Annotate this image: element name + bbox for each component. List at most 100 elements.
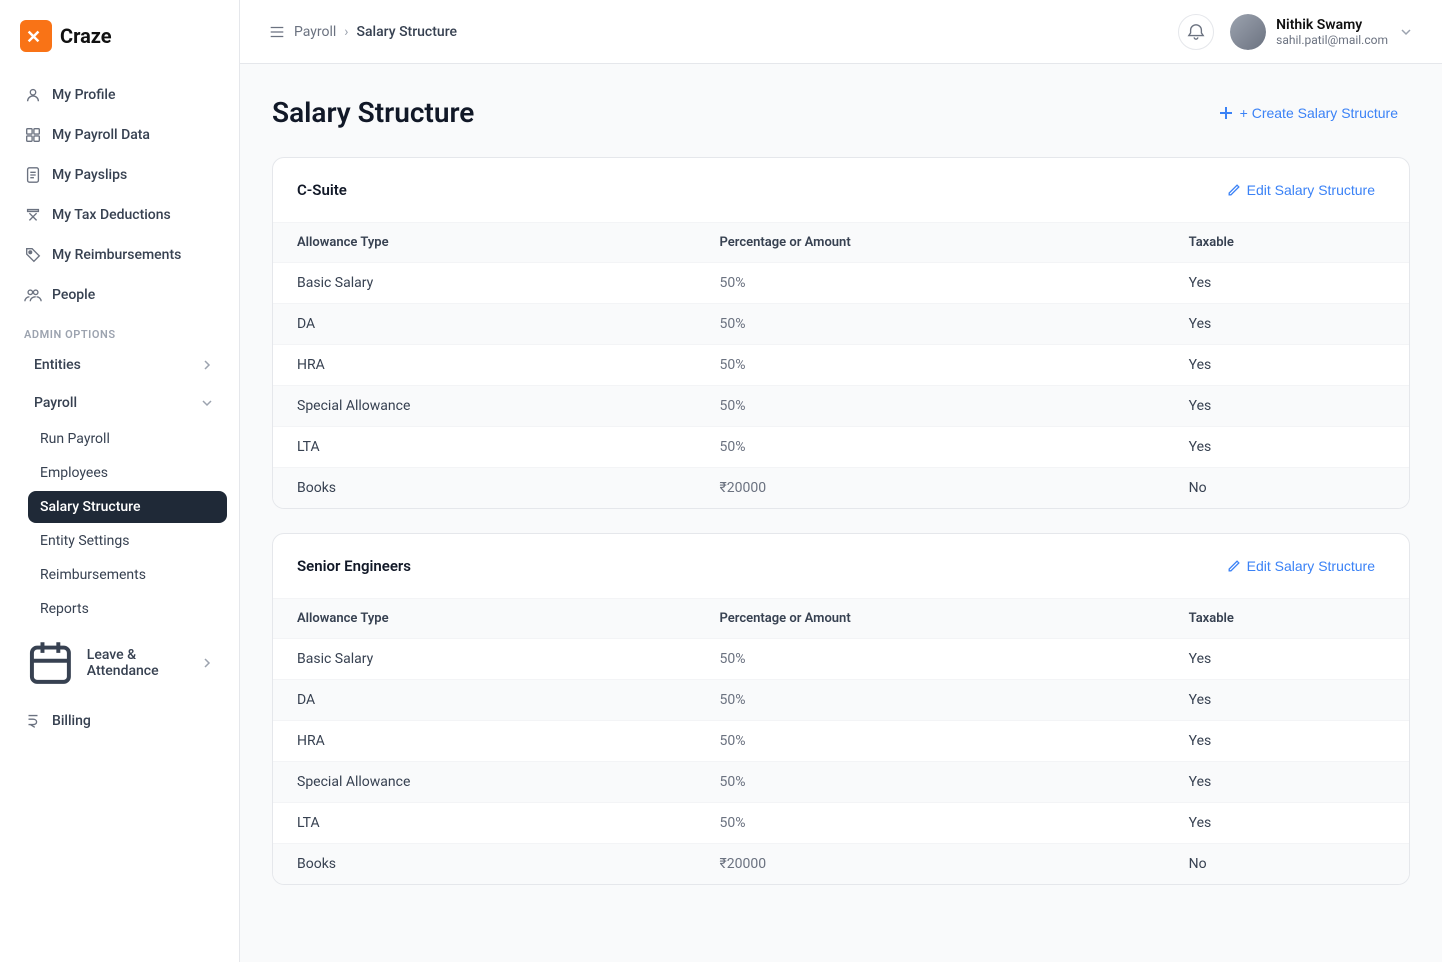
people-icon (24, 286, 42, 304)
structure-name-0: C-Suite (297, 181, 347, 199)
avatar (1230, 14, 1266, 50)
plus-icon (1218, 105, 1234, 121)
sub-nav-entity-settings[interactable]: Entity Settings (28, 525, 227, 557)
table-cell: 50% (696, 721, 1165, 762)
table-cell: Yes (1165, 803, 1409, 844)
table-cell: DA (273, 304, 696, 345)
table-cell: LTA (273, 803, 696, 844)
rupee-icon (24, 712, 42, 730)
sidebar-item-label: Leave & Attendance (87, 647, 159, 679)
table-cell: Yes (1165, 263, 1409, 304)
table-cell: Yes (1165, 721, 1409, 762)
sidebar-item-my-tax-deductions[interactable]: My Tax Deductions (12, 196, 227, 234)
table-cell: 50% (696, 345, 1165, 386)
sidebar-nav: My Profile My Payroll Data My Payslips M… (0, 76, 239, 962)
table-cell: Yes (1165, 427, 1409, 468)
tax-icon (24, 206, 42, 224)
table-row: DA50%Yes (273, 680, 1409, 721)
structures-container: C-Suite Edit Salary Structure Allowance Ty… (272, 157, 1410, 885)
calendar-icon (24, 637, 77, 690)
table-cell: Yes (1165, 639, 1409, 680)
avatar-img (1230, 14, 1266, 50)
table-cell: HRA (273, 345, 696, 386)
topbar: Payroll › Salary Structure Nithik Swamy … (240, 0, 1442, 64)
table-cell: Yes (1165, 680, 1409, 721)
table-column-header: Taxable (1165, 223, 1409, 263)
create-salary-structure-button[interactable]: + Create Salary Structure (1206, 97, 1410, 129)
sidebar-item-label: My Payslips (52, 167, 127, 183)
sidebar-item-my-payslips[interactable]: My Payslips (12, 156, 227, 194)
breadcrumb: Payroll › Salary Structure (268, 23, 457, 41)
table-row: LTA50%Yes (273, 427, 1409, 468)
bell-icon (1187, 23, 1205, 41)
page-content: Salary Structure + Create Salary Structu… (240, 64, 1442, 962)
table-cell: Yes (1165, 345, 1409, 386)
chevron-right-icon (199, 655, 215, 671)
table-cell: ₹20000 (696, 844, 1165, 885)
sidebar-item-leave-attendance[interactable]: Leave & Attendance (12, 627, 227, 700)
svg-text:✕: ✕ (26, 27, 41, 47)
document-icon (24, 166, 42, 184)
table-row: LTA50%Yes (273, 803, 1409, 844)
table-cell: 50% (696, 263, 1165, 304)
edit-icon (1227, 183, 1241, 197)
table-column-header: Allowance Type (273, 599, 696, 639)
table-row: DA50%Yes (273, 304, 1409, 345)
table-cell: Books (273, 468, 696, 509)
sidebar-item-my-payroll-data[interactable]: My Payroll Data (12, 116, 227, 154)
table-cell: Basic Salary (273, 639, 696, 680)
breadcrumb-current: Salary Structure (357, 24, 458, 40)
table-row: Special Allowance50%Yes (273, 386, 1409, 427)
table-row: Basic Salary50%Yes (273, 639, 1409, 680)
edit-salary-structure-button-0[interactable]: Edit Salary Structure (1217, 176, 1385, 204)
page-header: Salary Structure + Create Salary Structu… (272, 96, 1410, 129)
sidebar: ✕ Craze My Profile My Payroll Data My Pa… (0, 0, 240, 962)
edit-salary-structure-button-1[interactable]: Edit Salary Structure (1217, 552, 1385, 580)
sidebar-item-payroll[interactable]: Payroll (12, 385, 227, 421)
table-cell: Basic Salary (273, 263, 696, 304)
sub-nav-reports[interactable]: Reports (28, 593, 227, 625)
table-row: HRA50%Yes (273, 345, 1409, 386)
breadcrumb-separator: › (344, 24, 348, 40)
user-email: sahil.patil@mail.com (1276, 33, 1388, 47)
sidebar-item-label: My Reimbursements (52, 247, 181, 263)
create-btn-label: + Create Salary Structure (1240, 105, 1398, 121)
structure-card-1: Senior Engineers Edit Salary Structure All… (272, 533, 1410, 885)
table-cell: 50% (696, 803, 1165, 844)
notification-button[interactable] (1178, 14, 1214, 50)
sidebar-item-billing[interactable]: Billing (12, 702, 227, 740)
breadcrumb-root: Payroll (294, 24, 336, 40)
logo-text: Craze (60, 24, 112, 48)
sidebar-item-people[interactable]: People (12, 276, 227, 314)
structure-card-0: C-Suite Edit Salary Structure Allowance Ty… (272, 157, 1410, 509)
sub-nav-reimbursements[interactable]: Reimbursements (28, 559, 227, 591)
structure-table-1: Allowance TypePercentage or AmountTaxabl… (273, 598, 1409, 884)
bars-icon (268, 23, 286, 41)
tag-icon (24, 246, 42, 264)
table-row: Books₹20000No (273, 468, 1409, 509)
sidebar-item-label: Billing (52, 713, 91, 729)
sidebar-item-label: My Profile (52, 87, 115, 103)
table-cell: DA (273, 680, 696, 721)
table-cell: No (1165, 844, 1409, 885)
user-info[interactable]: Nithik Swamy sahil.patil@mail.com (1230, 14, 1414, 50)
payroll-sub-nav: Run Payroll Employees Salary Structure E… (12, 423, 227, 625)
table-cell: 50% (696, 762, 1165, 803)
edit-btn-label: Edit Salary Structure (1247, 558, 1375, 574)
sidebar-item-my-reimbursements[interactable]: My Reimbursements (12, 236, 227, 274)
structure-table-0: Allowance TypePercentage or AmountTaxabl… (273, 222, 1409, 508)
structure-name-1: Senior Engineers (297, 557, 411, 575)
user-details: Nithik Swamy sahil.patil@mail.com (1276, 17, 1388, 47)
sidebar-item-entities[interactable]: Entities (12, 347, 227, 383)
sub-nav-salary-structure[interactable]: Salary Structure (28, 491, 227, 523)
sub-nav-employees[interactable]: Employees (28, 457, 227, 489)
user-name: Nithik Swamy (1276, 17, 1388, 33)
sub-nav-run-payroll[interactable]: Run Payroll (28, 423, 227, 455)
admin-section-label: ADMIN OPTIONS (12, 316, 227, 345)
table-cell: 50% (696, 639, 1165, 680)
sidebar-item-label: Payroll (34, 395, 77, 411)
table-column-header: Taxable (1165, 599, 1409, 639)
table-cell: Special Allowance (273, 762, 696, 803)
sidebar-item-my-profile[interactable]: My Profile (12, 76, 227, 114)
table-cell: No (1165, 468, 1409, 509)
